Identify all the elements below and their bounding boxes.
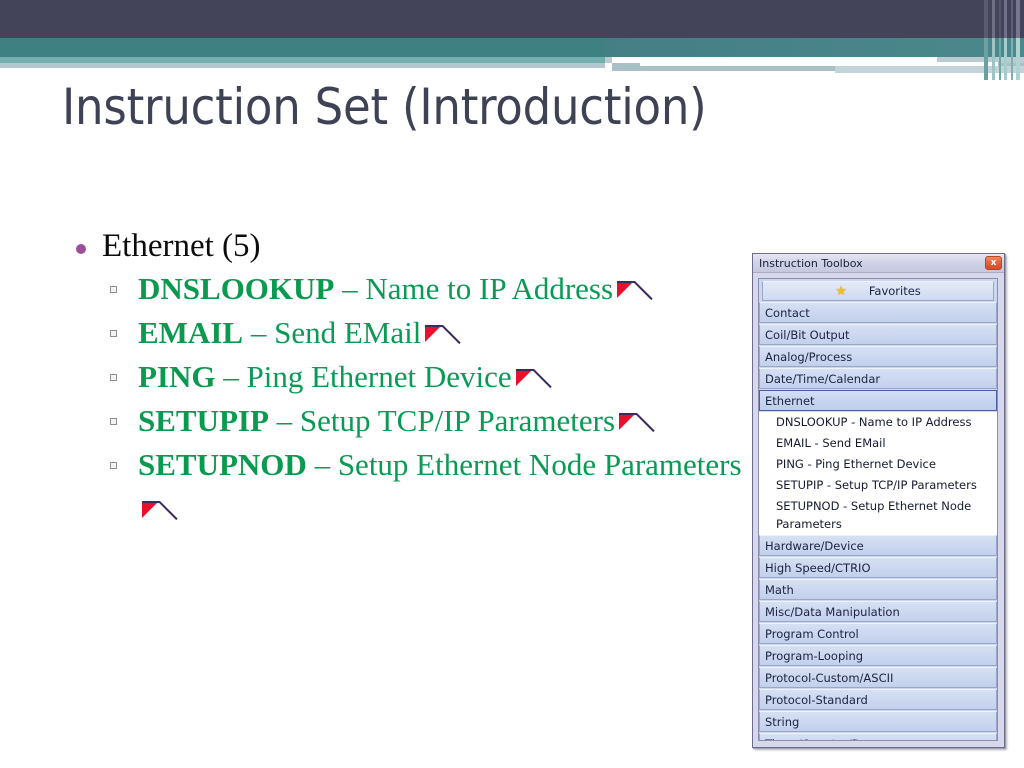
toolbox-instruction-item[interactable]: SETUPNOD - Setup Ethernet Node Parameter… <box>759 496 997 535</box>
instruction-code: DNSLOOKUP <box>138 270 335 306</box>
instruction-desc: Setup Ethernet Node Parameters <box>337 447 742 483</box>
toolbox-instruction-item[interactable]: DNSLOOKUP - Name to IP Address <box>759 412 997 433</box>
toolbox-category-label: Analog/Process <box>765 350 853 364</box>
instruction-desc: Name to IP Address <box>365 270 614 306</box>
toolbox-category-protocol-custom-ascii[interactable]: Protocol-Custom/ASCII <box>759 667 997 688</box>
toolbox-category-coil-bit-output[interactable]: Coil/Bit Output <box>759 324 997 345</box>
toolbox-category-date-time-calendar[interactable]: Date/Time/Calendar <box>759 368 997 389</box>
instruction-desc: Ping Ethernet Device <box>246 358 512 394</box>
toolbox-title: Instruction Toolbox <box>759 256 863 270</box>
header-navy-band <box>0 0 1024 38</box>
toolbox-category-label: High Speed/CTRIO <box>765 561 871 575</box>
list-item: SETUPIP – Setup TCP/IP Parameters <box>62 399 762 443</box>
header-edge-stripe-5 <box>1011 38 1013 80</box>
toolbox-category-misc-data-manipulation[interactable]: Misc/Data Manipulation <box>759 601 997 622</box>
instruction-toolbox-window[interactable]: Instruction Toolbox x ★ Favorites Contac… <box>752 253 1005 748</box>
header-right-band-c <box>835 66 1024 73</box>
dash-separator: – <box>268 403 300 438</box>
bullet-square-icon <box>110 418 117 425</box>
bullet-square-icon <box>110 285 117 293</box>
toolbox-category-label: Date/Time/Calendar <box>765 372 881 386</box>
list-item: EMAIL – Send EMail <box>62 311 762 355</box>
dash-separator: – <box>243 314 275 350</box>
red-flag-icon <box>619 411 641 433</box>
list-item: DNSLOOKUP – Name to IP Address <box>62 267 762 311</box>
bullet-dot-icon <box>76 244 86 254</box>
header-teal-band-right <box>605 38 1024 57</box>
toolbox-category-label: Coil/Bit Output <box>765 328 850 342</box>
toolbox-category-label: Protocol-Custom/ASCII <box>765 671 894 685</box>
red-flag-icon <box>425 323 447 345</box>
toolbox-category-string[interactable]: String <box>759 711 997 732</box>
header-pale-blue-band <box>0 63 605 68</box>
toolbox-category-high-speed-ctrio[interactable]: High Speed/CTRIO <box>759 557 997 578</box>
toolbox-category-label: Misc/Data Manipulation <box>765 605 900 619</box>
header-navy-stripe-6 <box>1016 0 1020 38</box>
list-item: SETUPNOD – Setup Ethernet Node Parameter… <box>62 443 762 531</box>
bullet-square-icon <box>110 462 117 470</box>
page-title: Instruction Set (Introduction) <box>62 78 707 136</box>
dash-separator: – <box>334 270 366 306</box>
list-item-level1-label: Ethernet (5) <box>102 228 261 264</box>
instruction-code: SETUPNOD <box>138 447 307 483</box>
red-flag-icon <box>142 499 164 521</box>
list-item-level1: Ethernet (5) <box>62 228 762 265</box>
red-flag-icon <box>617 279 639 301</box>
toolbox-category-label: Timer/Counter/Drum <box>765 737 884 740</box>
header-navy-stripe-3 <box>999 0 1001 38</box>
header-navy-stripe-1 <box>984 0 988 38</box>
header-edge-stripe-4 <box>1004 38 1007 80</box>
red-flag-icon <box>515 367 538 389</box>
header-edge-stripe-3 <box>999 38 1001 80</box>
toolbox-category-ethernet[interactable]: Ethernet <box>759 390 997 411</box>
toolbox-category-analog-process[interactable]: Analog/Process <box>759 346 997 367</box>
toolbox-category-label: Contact <box>765 306 810 320</box>
toolbox-category-label: Program Control <box>765 627 859 641</box>
toolbox-titlebar[interactable]: Instruction Toolbox x <box>753 254 1004 273</box>
dash-separator: – <box>215 358 247 394</box>
toolbox-instruction-item[interactable]: PING - Ping Ethernet Device <box>759 454 997 475</box>
list-item: PING – Ping Ethernet Device <box>62 355 762 399</box>
toolbox-category-label: Protocol-Standard <box>765 693 868 707</box>
toolbox-category-label: Favorites <box>868 283 921 298</box>
instruction-desc: Send EMail <box>274 314 422 350</box>
toolbox-category-math[interactable]: Math <box>759 579 997 600</box>
sublist: DNSLOOKUP – Name to IP Address EMAIL – S… <box>62 267 762 531</box>
instruction-desc: Setup TCP/IP Parameters <box>299 403 616 438</box>
header-navy-stripe-4 <box>1004 0 1007 38</box>
toolbox-category-hardware-device[interactable]: Hardware/Device <box>759 535 997 556</box>
toolbox-category-label: String <box>765 715 800 729</box>
toolbox-category-program-looping[interactable]: Program-Looping <box>759 645 997 666</box>
close-icon[interactable]: x <box>985 256 1002 270</box>
toolbox-instruction-group: DNSLOOKUP - Name to IP Address EMAIL - S… <box>759 412 997 535</box>
header-navy-stripe-2 <box>992 0 995 38</box>
header-navy-stripe-5 <box>1011 0 1013 38</box>
toolbox-category-label: Ethernet <box>765 394 815 408</box>
toolbox-category-contact[interactable]: Contact <box>759 302 997 323</box>
toolbox-instruction-item[interactable]: SETUPIP - Setup TCP/IP Parameters <box>759 475 997 496</box>
instruction-code: EMAIL <box>138 314 244 350</box>
bullet-square-icon <box>110 373 117 381</box>
bullet-square-icon <box>110 329 117 337</box>
toolbox-category-list[interactable]: ★ Favorites Contact Coil/Bit Output Anal… <box>758 278 998 741</box>
dash-separator: – <box>306 447 338 483</box>
header-edge-stripe-1 <box>984 38 988 80</box>
toolbox-category-label: Hardware/Device <box>765 539 864 553</box>
toolbox-category-protocol-standard[interactable]: Protocol-Standard <box>759 689 997 710</box>
instruction-code: PING <box>138 358 216 394</box>
header-edge-stripe-6 <box>1016 38 1020 80</box>
toolbox-instruction-item[interactable]: EMAIL - Send EMail <box>759 433 997 454</box>
slide-header-decoration <box>0 0 1024 80</box>
instruction-code: SETUPIP <box>138 403 269 438</box>
header-edge-stripe-2 <box>992 38 995 80</box>
toolbox-category-label: Program-Looping <box>765 649 864 663</box>
toolbox-category-label: Math <box>765 583 794 597</box>
header-teal-band-left <box>0 38 605 57</box>
star-icon: ★ <box>835 283 847 299</box>
toolbox-category-program-control[interactable]: Program Control <box>759 623 997 644</box>
bullet-list: Ethernet (5) DNSLOOKUP – Name to IP Addr… <box>62 228 762 531</box>
toolbox-category-favorites[interactable]: ★ Favorites <box>762 281 994 301</box>
toolbox-category-timer-counter-drum[interactable]: Timer/Counter/Drum <box>759 733 997 740</box>
